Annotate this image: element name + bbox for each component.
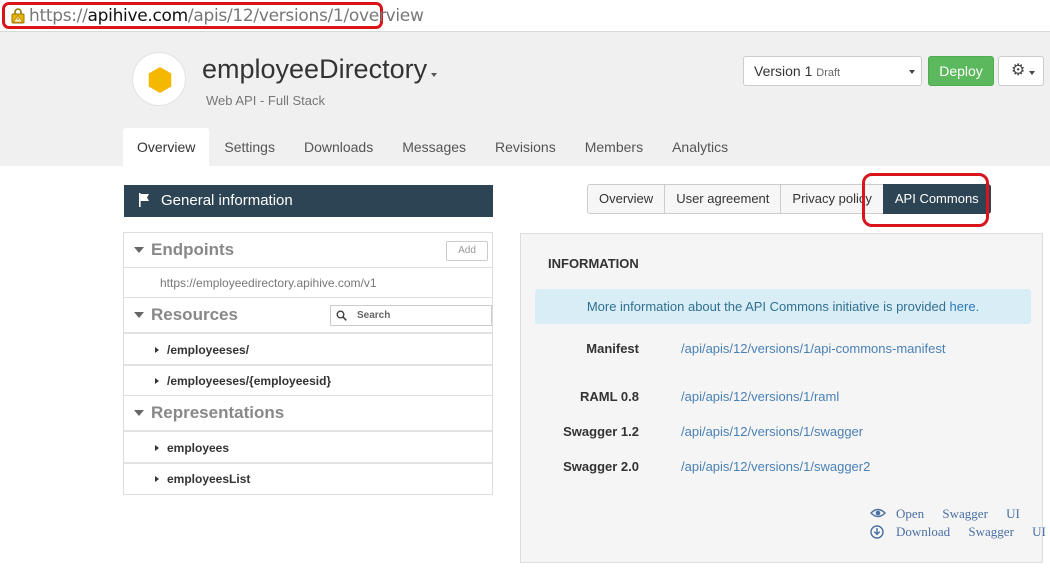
api-commons-info-panel: INFORMATION More information about the A…	[520, 233, 1046, 563]
resource-item[interactable]: /employeeses/	[155, 343, 249, 357]
hexagon-logo-icon	[148, 67, 172, 93]
representations-title: Representations	[151, 403, 285, 422]
version-select[interactable]: Version 1 Draft	[743, 56, 922, 86]
url-host: apihive.com	[87, 6, 189, 26]
representations-section-header[interactable]: Representations	[124, 396, 492, 430]
representation-item-label: employees	[167, 441, 230, 455]
collapse-triangle-icon	[134, 247, 144, 253]
version-label: Version 1	[754, 63, 813, 79]
warning-lock-icon	[11, 8, 25, 24]
general-information-title: General information	[161, 192, 293, 209]
api-commons-highlight-outline	[862, 173, 989, 227]
expand-triangle-icon	[155, 476, 159, 482]
subtab-user-agreement[interactable]: User agreement	[664, 184, 782, 214]
api-name-title[interactable]: employeeDirectory	[202, 54, 427, 85]
raml-link[interactable]: /api/apis/12/versions/1/raml	[681, 389, 839, 404]
divider	[124, 462, 492, 464]
expand-triangle-icon	[155, 445, 159, 451]
chevron-down-icon	[1029, 71, 1035, 75]
browser-address-bar[interactable]: https://apihive.com/apis/12/versions/1/o…	[0, 0, 1050, 32]
tab-settings[interactable]: Settings	[210, 128, 289, 166]
open-swagger-ui-label: Open Swagger UI	[896, 506, 1020, 521]
tab-downloads[interactable]: Downloads	[290, 128, 387, 166]
manifest-label: Manifest	[586, 341, 639, 356]
expand-triangle-icon	[155, 347, 159, 353]
resources-search-box[interactable]	[330, 305, 492, 326]
gear-icon: ⚙	[1011, 62, 1026, 79]
info-alert: More information about the API Commons i…	[535, 289, 1031, 324]
resource-item-label: /employeeses/{employeesid}	[167, 374, 332, 388]
url-text[interactable]: https://apihive.com/apis/12/versions/1/o…	[29, 6, 424, 26]
representation-item[interactable]: employees	[155, 441, 229, 455]
endpoints-title: Endpoints	[151, 240, 235, 259]
url-path: /apis/12/versions/1/overview	[187, 6, 424, 26]
api-structure-panel: Endpoints Add https://employeedirectory.…	[123, 232, 493, 495]
divider	[124, 332, 492, 334]
resources-title: Resources	[151, 305, 238, 324]
swagger20-label: Swagger 2.0	[563, 459, 639, 474]
divider	[124, 430, 492, 432]
api-type-subtitle: Web API - Full Stack	[206, 93, 325, 108]
title-dropdown-caret-icon[interactable]	[431, 73, 437, 77]
api-header: employeeDirectory Web API - Full Stack V…	[0, 32, 1050, 166]
swagger20-link[interactable]: /api/apis/12/versions/1/swagger2	[681, 459, 870, 474]
download-circle-icon	[870, 525, 884, 539]
collapse-triangle-icon	[134, 312, 144, 318]
representation-item[interactable]: employeesList	[155, 472, 250, 486]
search-input[interactable]	[357, 308, 487, 323]
resource-item-label: /employeeses/	[167, 343, 250, 357]
add-endpoint-button[interactable]: Add	[446, 241, 488, 261]
tab-analytics[interactable]: Analytics	[658, 128, 742, 166]
settings-dropdown-button[interactable]: ⚙	[998, 56, 1044, 86]
url-scheme: https://	[29, 6, 88, 26]
search-icon	[336, 310, 347, 321]
version-status: Draft	[816, 67, 841, 79]
general-information-header[interactable]: General information	[124, 185, 493, 217]
tab-members[interactable]: Members	[571, 128, 657, 166]
swagger12-link[interactable]: /api/apis/12/versions/1/swagger	[681, 424, 863, 439]
flag-icon	[139, 193, 149, 207]
raml-label: RAML 0.8	[580, 389, 639, 404]
api-logo	[132, 52, 186, 106]
endpoints-section-header[interactable]: Endpoints Add	[124, 233, 492, 267]
collapse-triangle-icon	[134, 410, 144, 416]
swagger12-label: Swagger 1.2	[563, 424, 639, 439]
tab-overview[interactable]: Overview	[123, 128, 210, 166]
download-swagger-ui-label: Download Swagger UI	[896, 524, 1046, 539]
tab-revisions[interactable]: Revisions	[481, 128, 570, 166]
manifest-link[interactable]: /api/apis/12/versions/1/api-commons-mani…	[681, 341, 945, 356]
divider	[124, 364, 492, 366]
resource-item[interactable]: /employeeses/{employeesid}	[155, 374, 331, 388]
representation-item-label: employeesList	[167, 472, 251, 486]
alert-text: More information about the API Commons i…	[586, 299, 950, 314]
deploy-button[interactable]: Deploy	[928, 56, 994, 86]
eye-icon	[870, 508, 886, 518]
main-tab-bar: Overview Settings Downloads Messages Rev…	[123, 128, 743, 166]
info-heading: INFORMATION	[548, 256, 639, 271]
tab-messages[interactable]: Messages	[388, 128, 480, 166]
subtab-overview[interactable]: Overview	[587, 184, 666, 214]
expand-triangle-icon	[155, 378, 159, 384]
endpoint-url: https://employeedirectory.apihive.com/v1	[160, 276, 377, 290]
divider	[124, 267, 492, 268]
chevron-down-icon	[909, 70, 915, 74]
alert-here-link[interactable]: here.	[950, 299, 980, 314]
